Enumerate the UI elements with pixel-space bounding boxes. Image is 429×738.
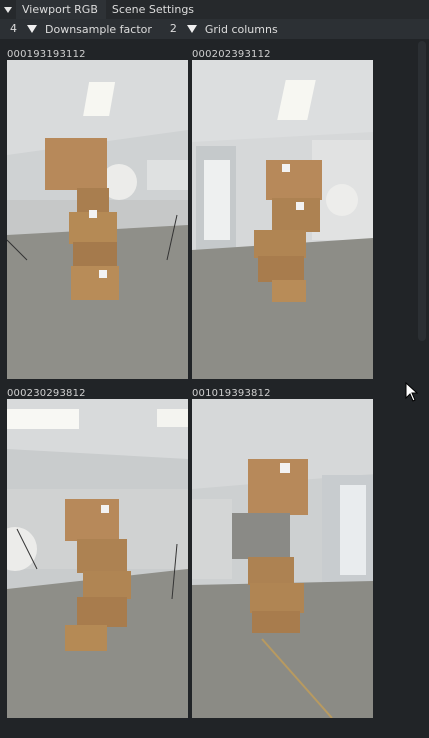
downsample-dropdown-icon[interactable] (23, 19, 41, 39)
tab-scene-settings[interactable]: Scene Settings (106, 0, 202, 19)
image-thumbnail[interactable] (7, 60, 188, 379)
image-thumbnail[interactable] (192, 60, 373, 379)
image-thumbnail[interactable] (7, 399, 188, 718)
scrollbar[interactable] (418, 41, 426, 341)
grid-columns-value[interactable]: 2 (160, 19, 183, 39)
grid-columns-label: Grid columns (204, 22, 278, 36)
tab-viewport-rgb[interactable]: Viewport RGB (16, 0, 106, 19)
downsample-label: Downsample factor (45, 22, 152, 36)
controls-bar: 4 Downsample factor 2 Grid columns (0, 19, 429, 39)
collapse-arrow-icon[interactable] (0, 0, 16, 19)
grid-columns-dropdown-icon[interactable] (183, 19, 201, 39)
image-thumbnail[interactable] (192, 399, 373, 718)
tab-bar: Viewport RGB Scene Settings (0, 0, 429, 19)
downsample-value[interactable]: 4 (0, 19, 23, 39)
mouse-cursor-icon (405, 382, 419, 402)
